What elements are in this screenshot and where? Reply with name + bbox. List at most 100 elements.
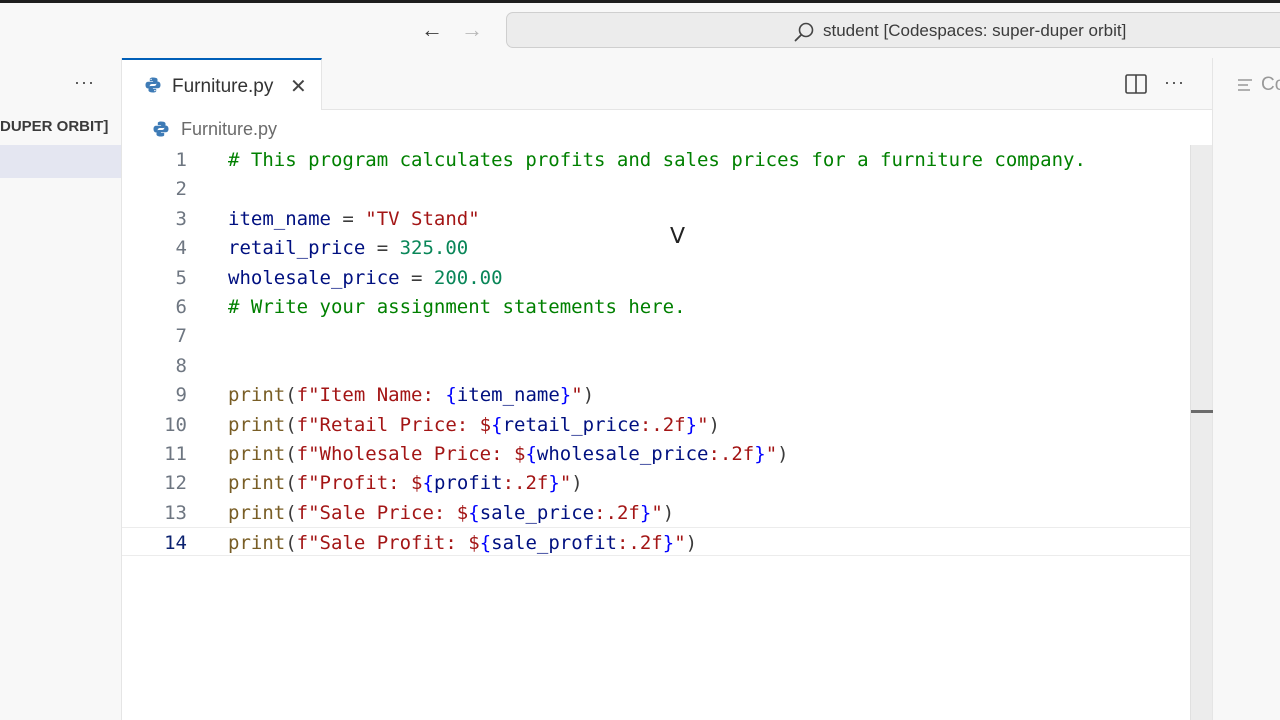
code-text[interactable]: print(f"Profit: ${profit:.2f}") — [228, 472, 583, 494]
code-token-var: wholesale_price — [536, 442, 709, 465]
sidebar-more-actions-icon[interactable]: ··· — [74, 72, 95, 93]
code-text[interactable]: wholesale_price = 200.00 — [228, 267, 503, 289]
code-lines[interactable]: 1 # This program calculates profits and s… — [122, 145, 1190, 557]
code-text[interactable]: print(f"Sale Profit: ${sale_profit:.2f}"… — [228, 532, 697, 554]
code-text[interactable]: print(f"Wholesale Price: ${wholesale_pri… — [228, 443, 789, 465]
code-line[interactable]: 7 — [122, 321, 1190, 350]
code-text[interactable]: item_name = "TV Stand" — [228, 208, 480, 230]
code-text[interactable]: print(f"Sale Price: ${sale_price:.2f}") — [228, 502, 674, 524]
forward-arrow-icon[interactable]: → — [460, 19, 484, 43]
code-token-op: ( — [285, 472, 297, 495]
code-token-str: f"Item Name: — [296, 384, 446, 407]
code-line[interactable]: 12 print(f"Profit: ${profit:.2f}") — [122, 468, 1190, 497]
code-line[interactable]: 9 print(f"Item Name: {item_name}") — [122, 380, 1190, 409]
code-line[interactable]: 8 — [122, 351, 1190, 380]
code-token-op: ( — [285, 442, 297, 465]
code-token-str: " — [765, 442, 778, 465]
line-number: 6 — [175, 295, 187, 318]
explorer-sidebar: ··· DUPER ORBIT] — [0, 58, 122, 720]
code-editor[interactable]: Furniture.py 1 # This program calculates … — [122, 110, 1213, 720]
code-token-str: :.2f — [594, 501, 640, 524]
vertical-scrollbar[interactable] — [1190, 145, 1213, 720]
python-file-icon — [145, 77, 161, 93]
editor-more-actions-icon[interactable]: ··· — [1164, 72, 1185, 93]
workspace-folder-header[interactable]: DUPER ORBIT] — [0, 118, 108, 135]
code-token-brace: } — [754, 442, 766, 465]
code-token-var: item_name — [228, 207, 331, 230]
code-token-str: :.2f — [616, 532, 663, 555]
code-token-fn: print — [228, 384, 286, 407]
code-token-var: retail_price — [502, 413, 640, 436]
back-arrow-icon[interactable]: ← — [420, 19, 444, 43]
code-line[interactable]: 10 print(f"Retail Price: ${retail_price:.… — [122, 410, 1190, 439]
code-line[interactable]: 1 # This program calculates profits and s… — [122, 145, 1190, 174]
code-token-var: item_name — [456, 384, 560, 407]
code-text[interactable]: # This program calculates profits and sa… — [228, 149, 1086, 171]
tab-label: Furniture.py — [172, 76, 274, 97]
code-token-str: " — [571, 384, 583, 407]
code-token-op: ( — [285, 413, 297, 436]
editor-tab-bar: Furniture.py ✕ ··· — [122, 58, 1212, 110]
code-token-str: " — [697, 413, 709, 436]
code-token-var: retail_price — [228, 237, 366, 260]
code-line[interactable]: 14 print(f"Sale Profit: ${sale_profit:.2f… — [122, 527, 1190, 557]
line-number: 10 — [164, 413, 187, 436]
code-line[interactable]: 3 item_name = "TV Stand" — [122, 204, 1190, 233]
line-number: 1 — [175, 149, 187, 171]
code-token-op: ( — [285, 501, 297, 524]
code-token-var: wholesale_price — [228, 266, 400, 289]
code-token-str: f"Profit: $ — [296, 472, 423, 495]
code-line[interactable]: 6 # Write your assignment statements here… — [122, 292, 1190, 321]
code-token-num: 200.00 — [433, 266, 503, 289]
secondary-side-panel: Co — [1212, 58, 1280, 720]
code-line[interactable]: 11 print(f"Wholesale Price: ${wholesale_p… — [122, 439, 1190, 468]
code-token-brace: } — [685, 413, 698, 436]
code-token-brace: } — [548, 472, 560, 495]
code-text[interactable]: print(f"Retail Price: ${retail_price:.2f… — [228, 414, 720, 436]
line-number: 13 — [164, 501, 187, 524]
code-line[interactable]: 5 wholesale_price = 200.00 — [122, 263, 1190, 292]
code-token-op: ) — [571, 472, 583, 495]
code-token-fn: print — [228, 532, 286, 555]
code-token-op: = — [365, 237, 400, 260]
code-token-fn: print — [228, 472, 286, 495]
code-line[interactable]: 13 print(f"Sale Price: ${sale_price:.2f}"… — [122, 498, 1190, 527]
code-token-op: = — [399, 266, 434, 289]
search-icon — [794, 22, 814, 42]
code-token-brace: { — [491, 413, 503, 436]
code-token-brace: { — [468, 501, 480, 524]
code-text[interactable]: print(f"Item Name: {item_name}") — [228, 384, 594, 406]
code-token-str: " — [651, 501, 663, 524]
outline-icon[interactable] — [1237, 78, 1253, 92]
code-text[interactable]: # Write your assignment statements here. — [228, 296, 686, 318]
python-file-icon — [153, 121, 169, 137]
code-token-op: ( — [285, 384, 297, 407]
code-token-fn: print — [228, 413, 286, 436]
title-bar: ← → student [Codespaces: super-duper orb… — [0, 3, 1280, 58]
code-token-op: ) — [708, 413, 720, 436]
close-icon[interactable]: ✕ — [290, 74, 307, 99]
command-center-search[interactable]: student [Codespaces: super-duper orbit] — [506, 12, 1280, 48]
line-number: 14 — [164, 532, 187, 555]
scrollbar-position-marker[interactable] — [1191, 410, 1213, 413]
line-number: 12 — [164, 472, 187, 495]
code-text[interactable]: retail_price = 325.00 — [228, 237, 468, 259]
code-token-str: f"Retail Price: $ — [296, 413, 492, 436]
split-editor-icon[interactable] — [1125, 74, 1147, 94]
line-number: 5 — [175, 266, 187, 289]
line-number: 9 — [175, 384, 187, 407]
code-token-str: f"Sale Price: $ — [296, 501, 469, 524]
line-number: 11 — [164, 442, 187, 465]
code-token-op: = — [330, 207, 366, 230]
tab-furniture-py[interactable]: Furniture.py ✕ — [122, 58, 322, 110]
panel-title[interactable]: Co — [1261, 74, 1280, 96]
code-token-num: 325.00 — [399, 237, 469, 260]
code-token-brace: { — [445, 384, 457, 407]
selected-explorer-item[interactable] — [0, 145, 121, 178]
code-line[interactable]: 4 retail_price = 325.00 — [122, 233, 1190, 262]
code-token-str: " — [559, 472, 572, 495]
code-token-fn: print — [228, 442, 286, 465]
code-token-comment: # Write your assignment statements here. — [228, 295, 686, 318]
code-line[interactable]: 2 — [122, 174, 1190, 203]
text-cursor-icon: Ⅴ — [670, 224, 686, 249]
